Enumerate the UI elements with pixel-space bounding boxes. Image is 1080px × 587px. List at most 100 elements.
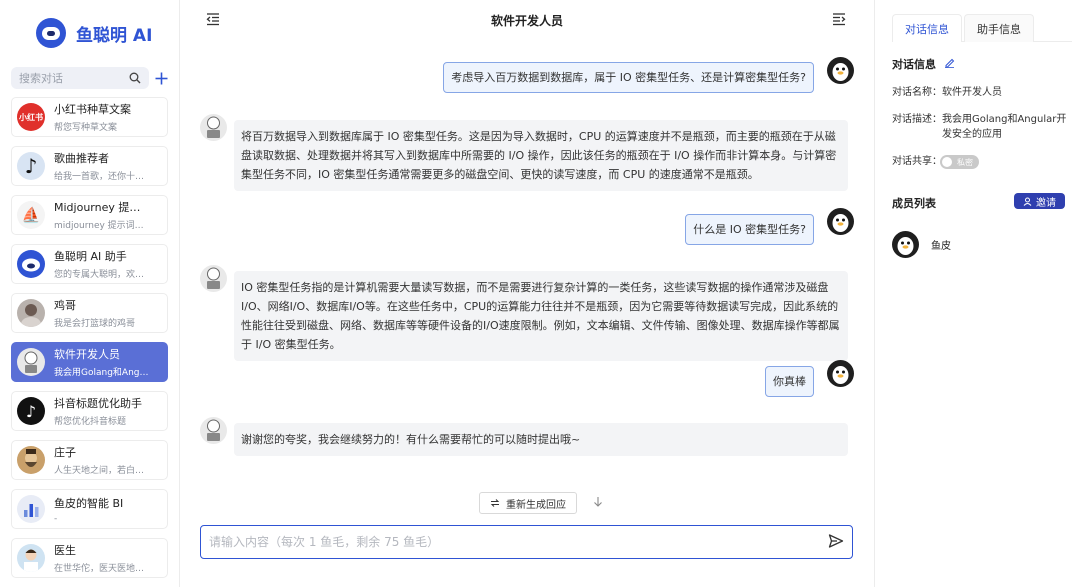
- search-icon[interactable]: [129, 72, 141, 84]
- field-label: 对话描述：: [892, 114, 942, 125]
- conversation-title: Midjourney 提示词...: [54, 201, 150, 214]
- conversation-desc: 我是会打篮球的鸡哥: [54, 319, 136, 329]
- conversation-desc: 在世华佗，医天医地医人: [54, 564, 150, 574]
- sidebar: 鱼聪明 AI 小红书 小红书种草文案帮您写种草文案 ♪ 歌曲推荐者给我一首歌，还…: [0, 0, 180, 587]
- conversation-item[interactable]: ⛵ Midjourney 提示词... midjourney 提示词自...: [11, 195, 168, 235]
- brand-name: 鱼聪明 AI: [76, 25, 153, 46]
- doctor-avatar: [17, 544, 45, 572]
- person-avatar: [17, 299, 45, 327]
- avatar-text: ⛵: [21, 206, 41, 224]
- conversation-desc: midjourney 提示词自...: [54, 221, 150, 231]
- conversation-item[interactable]: 庄子人生天地之间，若白驹...: [11, 440, 168, 480]
- conversation-desc: 给我一首歌，还你十首歌: [54, 172, 150, 182]
- message-text: 谢谢您的夸奖，我会继续努力的！有什么需要帮忙的可以随时提出哦~: [241, 433, 581, 446]
- section-title: 对话信息: [892, 58, 936, 71]
- message-text: 将百万数据导入到数据库属于 IO 密集型任务。这是因为导入数据时，CPU 的运算…: [241, 130, 837, 181]
- conversation-desc: 您的专属大聪明，欢迎...: [54, 270, 150, 280]
- zhuangzi-avatar: [17, 446, 45, 474]
- conversation-item[interactable]: 医生在世华佗，医天医地医人: [11, 538, 168, 578]
- refresh-icon: [490, 499, 500, 507]
- brand-logo-icon: [36, 18, 66, 48]
- regenerate-label: 重新生成回应: [506, 499, 566, 511]
- tiktok-icon: ♪: [17, 397, 45, 425]
- conversation-title: 鸡哥: [54, 299, 76, 312]
- conversation-title: 鱼聪明 AI 助手: [54, 250, 127, 263]
- conversation-desc: 帮您优化抖音标题: [54, 417, 127, 427]
- conversation-title: 抖音标题优化助手: [54, 397, 142, 410]
- user-icon: [1023, 197, 1032, 206]
- conversation-desc: 我会用Golang和Angula...: [54, 368, 150, 378]
- new-conversation-plus-icon[interactable]: [155, 72, 168, 85]
- developer-avatar: [17, 348, 45, 376]
- edit-icon[interactable]: [944, 57, 955, 71]
- conversation-avatar: 小红书: [17, 103, 45, 131]
- sailboat-icon: ⛵: [17, 201, 45, 229]
- message-input[interactable]: [209, 535, 828, 549]
- search-box: [11, 67, 149, 89]
- chat-header: 软件开发人员: [181, 0, 873, 40]
- field-label: 对话共享：: [892, 156, 942, 167]
- message-text: 考虑导入百万数据到数据库，属于 IO 密集型任务、还是计算密集型任务?: [451, 71, 806, 84]
- assistant-avatar: [200, 265, 227, 292]
- brand: 鱼聪明 AI: [36, 18, 152, 48]
- conversation-title: 鱼皮的智能 BI: [54, 496, 124, 510]
- info-panel: 对话信息 助手信息 对话信息 对话名称： 软件开发人员 对话描述： 我会用Gol…: [874, 0, 1080, 587]
- conversation-item[interactable]: 小红书 小红书种草文案 帮您写种草文案: [11, 97, 168, 137]
- conversation-share-field: 对话共享：: [892, 154, 942, 169]
- conversation-desc: -: [54, 513, 58, 524]
- user-avatar: [827, 360, 854, 387]
- music-note-icon: ♪: [17, 152, 45, 180]
- chat-area: 软件开发人员 考虑导入百万数据到数据库，属于 IO 密集型任务、还是计算密集型任…: [181, 0, 873, 587]
- conversation-item[interactable]: ♪ 抖音标题优化助手 帮您优化抖音标题: [11, 391, 168, 431]
- user-message: 你真棒: [765, 366, 814, 397]
- invite-label: 邀请: [1036, 197, 1056, 209]
- toggle-label: 私密: [957, 157, 973, 167]
- field-value: 我会用Golang和Angular开发安全的应用: [942, 114, 1067, 140]
- conversation-desc-field: 对话描述： 我会用Golang和Angular开发安全的应用: [892, 112, 1072, 142]
- member-avatar: [892, 231, 919, 258]
- conversation-desc: 帮您写种草文案: [54, 123, 118, 133]
- conversation-desc: 人生天地之间，若白驹...: [54, 466, 150, 476]
- assistant-message: IO 密集型任务指的是计算机需要大量读写数据，而不是需要进行复杂计算的一类任务，…: [234, 271, 848, 361]
- tab-assistant-info[interactable]: 助手信息: [964, 14, 1034, 42]
- message-text: 什么是 IO 密集型任务?: [693, 223, 806, 236]
- conversation-title: 庄子: [54, 446, 76, 459]
- conversation-item[interactable]: ♪ 歌曲推荐者给我一首歌，还你十首歌: [11, 146, 168, 186]
- user-message: 考虑导入百万数据到数据库，属于 IO 密集型任务、还是计算密集型任务?: [443, 62, 814, 93]
- search-input[interactable]: [19, 71, 119, 85]
- search-row: [11, 67, 171, 89]
- conversation-item-active[interactable]: 软件开发人员我会用Golang和Angula...: [11, 342, 168, 382]
- avatar-text: ♪: [25, 401, 37, 421]
- regenerate-button[interactable]: 重新生成回应: [479, 492, 577, 514]
- robot-fish-avatar: [17, 250, 45, 278]
- assistant-message: 将百万数据导入到数据库属于 IO 密集型任务。这是因为导入数据时，CPU 的运算…: [234, 120, 848, 191]
- share-toggle[interactable]: 私密: [940, 155, 979, 169]
- conversation-title: 软件开发人员: [54, 348, 120, 361]
- message-text: IO 密集型任务指的是计算机需要大量读写数据，而不是需要进行复杂计算的一类任务，…: [241, 281, 840, 351]
- conversation-title: 医生: [54, 544, 76, 557]
- user-avatar: [827, 57, 854, 84]
- assistant-avatar: [200, 114, 227, 141]
- collapse-panel-icon[interactable]: [832, 12, 846, 29]
- conversation-item[interactable]: 鸡哥我是会打篮球的鸡哥: [11, 293, 168, 333]
- field-value: 软件开发人员: [942, 87, 1002, 98]
- bar-chart-icon: [17, 495, 45, 523]
- invite-button[interactable]: 邀请: [1014, 193, 1065, 209]
- scroll-down-icon[interactable]: [593, 496, 603, 511]
- member-name: 鱼皮: [931, 241, 951, 252]
- avatar-text: ♪: [24, 154, 38, 178]
- conversation-title: 小红书种草文案: [54, 103, 131, 116]
- toggle-knob: [942, 157, 952, 167]
- assistant-message: 谢谢您的夸奖，我会继续努力的！有什么需要帮忙的可以随时提出哦~: [234, 423, 848, 456]
- conversation-item[interactable]: 鱼聪明 AI 助手您的专属大聪明，欢迎...: [11, 244, 168, 284]
- conversation-name-field: 对话名称： 软件开发人员: [892, 85, 1072, 100]
- user-avatar: [827, 208, 854, 235]
- member-item: 鱼皮: [892, 231, 951, 258]
- user-message: 什么是 IO 密集型任务?: [685, 214, 814, 245]
- conversation-title: 歌曲推荐者: [54, 152, 109, 165]
- panel-tabs: 对话信息 助手信息: [892, 14, 1072, 42]
- send-icon[interactable]: [828, 533, 844, 552]
- conversation-item[interactable]: 鱼皮的智能 BI -: [11, 489, 168, 529]
- message-input-bar: [200, 525, 853, 559]
- tab-conversation-info[interactable]: 对话信息: [892, 14, 962, 42]
